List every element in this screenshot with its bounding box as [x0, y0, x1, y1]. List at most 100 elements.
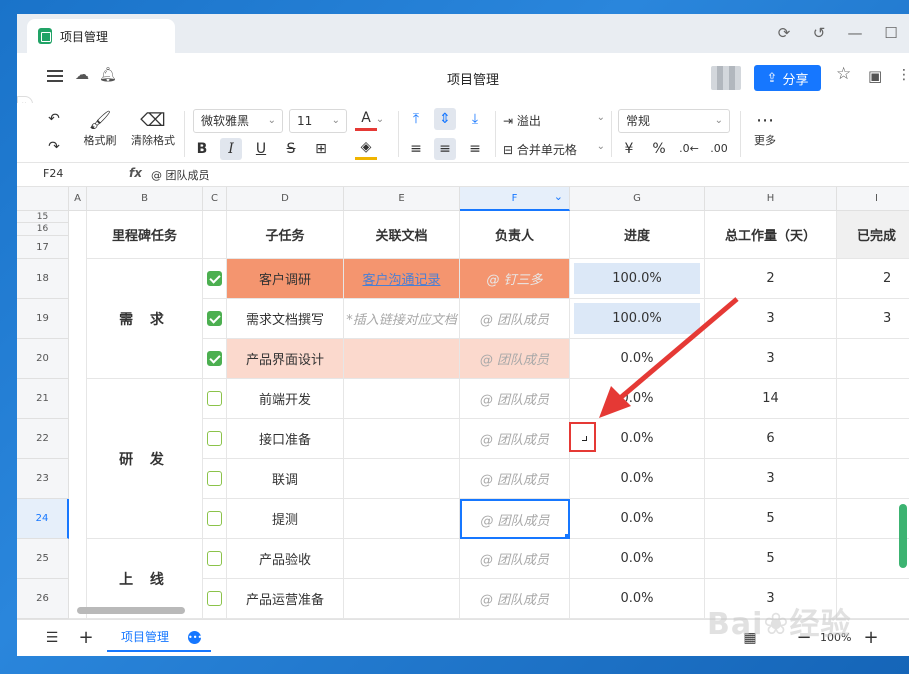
task-checkbox[interactable]	[207, 311, 222, 326]
vertical-scrollbar[interactable]	[899, 504, 907, 568]
task-checkbox[interactable]	[207, 391, 222, 406]
document-tab[interactable]: 项目管理	[27, 19, 175, 53]
task-cell[interactable]: 客户调研	[227, 259, 344, 299]
align-top-icon[interactable]: ⤒	[405, 108, 427, 130]
checkbox-cell[interactable]	[203, 539, 227, 579]
task-cell[interactable]: 需求文档撰写	[227, 299, 344, 339]
doc-cell[interactable]	[344, 419, 460, 459]
column-header[interactable]: A	[69, 187, 87, 211]
align-bottom-icon[interactable]: ⤓	[464, 108, 486, 130]
header-owner[interactable]: 负责人	[460, 211, 570, 259]
progress-cell[interactable]: 0.0%	[570, 539, 705, 579]
sheet-list-icon[interactable]: ☰	[41, 627, 63, 649]
spreadsheet-grid[interactable]: A B C D E F ⌄ G H I 15 16 17 18 19 20 21 22 23 24 25 26 里程碑任务子…	[17, 187, 909, 619]
column-header[interactable]: H	[705, 187, 837, 211]
sync-icon[interactable]: ⟳	[774, 24, 794, 42]
owner-cell[interactable]: @ 钉三多	[460, 259, 570, 299]
strikethrough-icon[interactable]: S	[280, 138, 302, 160]
done-cell[interactable]: 3	[837, 299, 909, 339]
align-center-icon[interactable]: ≡	[434, 138, 456, 160]
task-cell[interactable]: 产品界面设计	[227, 339, 344, 379]
total-cell[interactable]: 2	[705, 259, 837, 299]
owner-cell[interactable]: @ 团队成员	[460, 539, 570, 579]
row-header[interactable]: 20	[17, 339, 69, 379]
row-header[interactable]: 15	[17, 211, 69, 223]
owner-cell[interactable]: @ 团队成员	[460, 299, 570, 339]
total-cell[interactable]: 5	[705, 499, 837, 539]
header-checkbox-col[interactable]	[203, 211, 227, 259]
align-right-icon[interactable]: ≡	[464, 138, 486, 160]
italic-icon[interactable]: I	[220, 138, 242, 160]
column-header[interactable]: B	[87, 187, 203, 211]
doc-cell[interactable]: *插入链接对应文档	[344, 299, 460, 339]
formula-input[interactable]: @ 团队成员	[151, 167, 210, 183]
column-header[interactable]: C	[203, 187, 227, 211]
column-menu-icon[interactable]: ⌄	[554, 187, 563, 209]
font-size-select[interactable]: 11 ⌄	[289, 109, 347, 133]
done-cell[interactable]	[837, 459, 909, 499]
owner-cell[interactable]: @ 团队成员	[460, 379, 570, 419]
done-cell[interactable]	[837, 419, 909, 459]
function-icon[interactable]: fx	[129, 166, 142, 180]
checkbox-cell[interactable]	[203, 499, 227, 539]
progress-cell[interactable]: 0.0%	[570, 339, 705, 379]
checkbox-cell[interactable]	[203, 419, 227, 459]
maximize-icon[interactable]: ☐	[881, 24, 901, 42]
total-cell[interactable]: 14	[705, 379, 837, 419]
row-header[interactable]: 26	[17, 579, 69, 619]
task-cell[interactable]: 联调	[227, 459, 344, 499]
header-done[interactable]: 已完成	[837, 211, 909, 259]
bell-icon[interactable]: 🔔︎	[99, 67, 117, 83]
progress-cell[interactable]: 100.0%	[570, 299, 705, 339]
task-checkbox[interactable]	[207, 591, 222, 606]
doc-cell[interactable]	[344, 499, 460, 539]
done-cell[interactable]	[837, 379, 909, 419]
owner-cell[interactable]: @ 团队成员	[460, 339, 570, 379]
progress-cell[interactable]: 0.0%	[570, 579, 705, 619]
header-total[interactable]: 总工作量（天）	[705, 211, 837, 259]
minimize-icon[interactable]: —	[845, 24, 865, 42]
column-header[interactable]: I	[837, 187, 909, 211]
undo-icon[interactable]: ↶	[43, 108, 65, 130]
task-checkbox[interactable]	[207, 511, 222, 526]
doc-cell[interactable]: 客户沟通记录	[344, 259, 460, 299]
decrease-decimal-icon[interactable]: .0←	[678, 138, 700, 160]
row-header[interactable]: 19	[17, 299, 69, 339]
border-icon[interactable]: ⊞	[310, 138, 332, 160]
owner-cell[interactable]: @ 团队成员	[460, 419, 570, 459]
total-cell[interactable]: 3	[705, 339, 837, 379]
more-button[interactable]: ⋯ 更多	[748, 110, 782, 148]
progress-cell[interactable]: 0.0%	[570, 379, 705, 419]
column-header[interactable]: F ⌄	[460, 187, 570, 211]
percent-icon[interactable]: %	[648, 138, 670, 160]
owner-cell[interactable]: @ 团队成员	[460, 459, 570, 499]
task-checkbox[interactable]	[207, 271, 222, 286]
column-a-blank[interactable]	[69, 211, 87, 619]
sheet-tab[interactable]: 项目管理 •••	[107, 624, 211, 652]
row-header[interactable]: 25	[17, 539, 69, 579]
select-all-corner[interactable]	[17, 187, 69, 211]
chevron-down-icon[interactable]: ⌄	[374, 109, 386, 131]
row-header[interactable]: 21	[17, 379, 69, 419]
task-checkbox[interactable]	[207, 551, 222, 566]
fill-color-icon[interactable]: ◈	[355, 138, 377, 160]
merge-cells-button[interactable]: ⊟ 合并单元格 ⌄	[503, 141, 605, 158]
row-header[interactable]: 22	[17, 419, 69, 459]
align-left-icon[interactable]: ≡	[405, 138, 427, 160]
checkbox-cell[interactable]	[203, 299, 227, 339]
more-icon[interactable]: ⋮	[897, 67, 909, 83]
zoom-in-icon[interactable]: +	[860, 627, 882, 649]
row-header[interactable]: 17	[17, 236, 69, 259]
total-cell[interactable]: 3	[705, 459, 837, 499]
row-header[interactable]: 24	[17, 499, 69, 539]
checkbox-cell[interactable]	[203, 459, 227, 499]
task-cell[interactable]: 产品运营准备	[227, 579, 344, 619]
share-button[interactable]: ⇪ 分享	[754, 65, 821, 91]
doc-cell[interactable]	[344, 459, 460, 499]
doc-cell[interactable]	[344, 539, 460, 579]
doc-cell[interactable]	[344, 579, 460, 619]
task-cell[interactable]: 前端开发	[227, 379, 344, 419]
format-painter-button[interactable]: 🖌︎ 格式刷	[80, 110, 120, 148]
column-header[interactable]: E	[344, 187, 460, 211]
overflow-select[interactable]: ⇥ 溢出 ⌄	[503, 112, 605, 129]
